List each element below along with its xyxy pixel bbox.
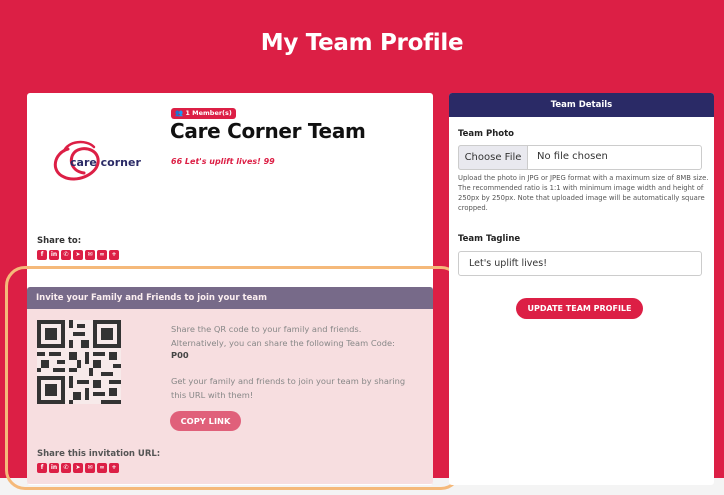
update-team-profile-button[interactable]: UPDATE TEAM PROFILE <box>516 298 643 319</box>
facebook-icon[interactable]: f <box>37 463 47 473</box>
share-label: Share to: <box>37 236 82 246</box>
team-name: Care Corner Team <box>170 119 366 143</box>
team-tagline: 66 Let's uplift lives! 99 <box>171 157 275 166</box>
team-tagline-input[interactable] <box>458 251 702 276</box>
whatsapp-icon[interactable]: ✆ <box>61 463 71 473</box>
telegram-icon[interactable]: ➤ <box>73 250 83 260</box>
team-details-header: Team Details <box>449 93 714 117</box>
photo-help-text: Upload the photo in JPG or JPEG format w… <box>458 174 709 212</box>
link-icon[interactable]: ∞ <box>97 463 107 473</box>
copy-link-button[interactable]: COPY LINK <box>170 411 241 431</box>
link-icon[interactable]: ∞ <box>97 250 107 260</box>
invite-share-icon-row: f in ✆ ➤ ✉ ∞ + <box>37 463 119 473</box>
linkedin-icon[interactable]: in <box>49 463 59 473</box>
file-status-text: No file chosen <box>537 151 608 162</box>
invite-instructions: Share the QR code to your family and fri… <box>171 324 395 348</box>
email-icon[interactable]: ✉ <box>85 463 95 473</box>
linkedin-icon[interactable]: in <box>49 250 59 260</box>
team-tagline-label: Team Tagline <box>458 234 521 244</box>
facebook-icon[interactable]: f <box>37 250 47 260</box>
whatsapp-icon[interactable]: ✆ <box>61 250 71 260</box>
invite-panel-header: Invite your Family and Friends to join y… <box>27 287 433 309</box>
qr-code <box>37 320 121 404</box>
team-code: P00 <box>171 350 189 360</box>
member-count-badge: 👥 1 Member(s) <box>171 108 236 119</box>
page-title: My Team Profile <box>260 30 464 56</box>
email-icon[interactable]: ✉ <box>85 250 95 260</box>
choose-file-button[interactable]: Choose File <box>458 145 528 170</box>
telegram-icon[interactable]: ➤ <box>73 463 83 473</box>
team-photo-label: Team Photo <box>458 129 515 139</box>
share-icon-row: f in ✆ ➤ ✉ ∞ + <box>37 250 119 260</box>
plus-icon[interactable]: + <box>109 463 119 473</box>
care-corner-logo: care corner <box>46 131 156 191</box>
share-url-label: Share this invitation URL: <box>37 449 161 459</box>
logo-text: care corner <box>70 156 141 169</box>
invite-url-instructions: Get your family and friends to join your… <box>171 376 406 400</box>
plus-icon[interactable]: + <box>109 250 119 260</box>
